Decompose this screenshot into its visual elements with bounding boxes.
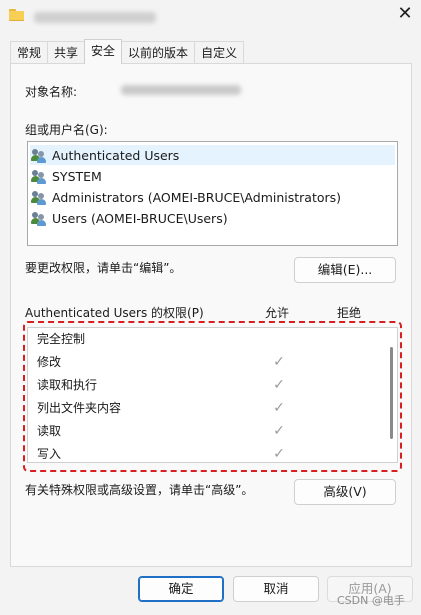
users-icon bbox=[30, 210, 49, 226]
close-icon[interactable]: ✕ bbox=[394, 3, 416, 25]
folder-icon bbox=[9, 9, 24, 21]
tab-previous-versions[interactable]: 以前的版本 bbox=[121, 41, 196, 64]
object-name-label: 对象名称: bbox=[25, 85, 78, 99]
security-panel: 对象名称: 组或用户名(G): Authenticated Users SYST… bbox=[10, 63, 412, 567]
tab-strip: 常规 共享 安全 以前的版本 自定义 bbox=[10, 39, 245, 64]
edit-button[interactable]: 编辑(E)... bbox=[294, 257, 396, 283]
user-list-item[interactable]: Administrators (AOMEI-BRUCE\Administrato… bbox=[30, 187, 341, 207]
allow-column-header: 允许 bbox=[265, 306, 290, 320]
advanced-hint: 有关特殊权限或高级设置，请单击“高级”。 bbox=[25, 483, 254, 497]
user-list-item[interactable]: Users (AOMEI-BRUCE\Users) bbox=[30, 208, 228, 228]
users-icon bbox=[30, 189, 49, 205]
tab-security[interactable]: 安全 bbox=[84, 39, 123, 64]
permissions-header: Authenticated Users 的权限(P) bbox=[25, 306, 204, 320]
window-title-blurred bbox=[34, 12, 156, 23]
tab-general[interactable]: 常规 bbox=[10, 41, 49, 64]
cancel-button[interactable]: 取消 bbox=[233, 576, 319, 602]
user-list[interactable]: Authenticated Users SYSTEM Administrator… bbox=[27, 141, 398, 246]
user-list-item[interactable]: Authenticated Users bbox=[30, 145, 395, 165]
title-bar: ✕ bbox=[0, 0, 421, 34]
object-name-value-blurred bbox=[121, 85, 241, 95]
user-name: Administrators (AOMEI-BRUCE\Administrato… bbox=[52, 189, 342, 205]
advanced-button[interactable]: 高级(V) bbox=[294, 479, 396, 505]
user-list-item[interactable]: SYSTEM bbox=[30, 166, 102, 186]
user-name: SYSTEM bbox=[52, 168, 102, 184]
watermark: CSDN @电手 bbox=[337, 594, 405, 607]
tab-customize[interactable]: 自定义 bbox=[194, 41, 245, 64]
edit-hint: 要更改权限，请单击“编辑”。 bbox=[25, 261, 182, 275]
group-user-label: 组或用户名(G): bbox=[25, 123, 108, 137]
highlight-box bbox=[23, 321, 402, 472]
users-icon bbox=[30, 168, 49, 184]
users-icon bbox=[30, 147, 49, 163]
user-name: Authenticated Users bbox=[52, 147, 180, 163]
tab-sharing[interactable]: 共享 bbox=[47, 41, 86, 64]
user-name: Users (AOMEI-BRUCE\Users) bbox=[52, 210, 228, 226]
ok-button[interactable]: 确定 bbox=[138, 576, 224, 602]
deny-column-header: 拒绝 bbox=[337, 306, 362, 320]
